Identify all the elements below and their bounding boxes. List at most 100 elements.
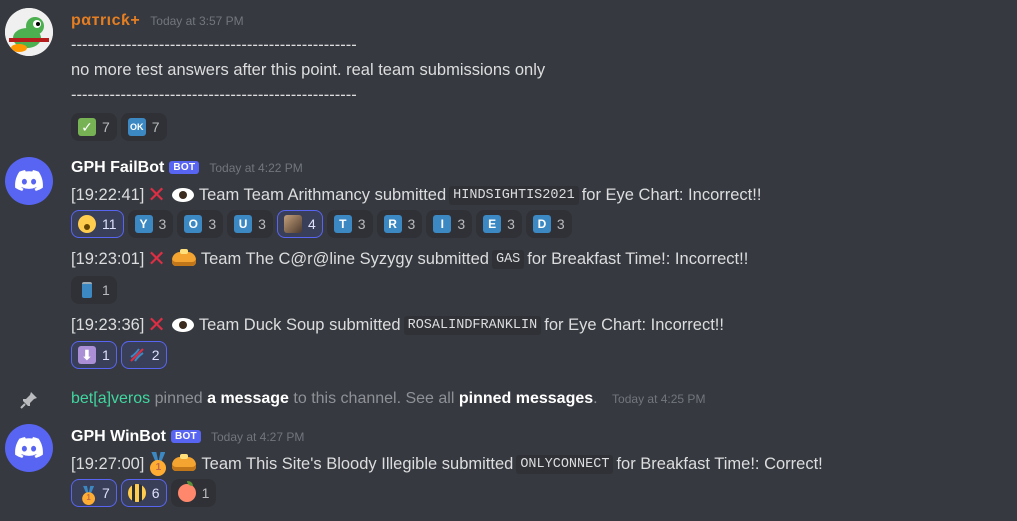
divider-text: ----------------------------------------… (71, 36, 357, 54)
yoshi-avatar-icon (5, 8, 53, 56)
reactions-bar: ⬇ 1 2 (71, 341, 167, 369)
dna-icon (128, 346, 146, 364)
avatar-failbot[interactable] (5, 157, 53, 205)
avatar-winbot[interactable] (5, 424, 53, 472)
reactions-bar: 1 (71, 276, 117, 304)
peach-icon (177, 481, 196, 502)
reaction-peach[interactable]: 1 (170, 479, 217, 507)
submission-answer: ONLYCONNECT (516, 454, 614, 474)
submission-team: Team The C@r@line Syzygy submitted (200, 249, 489, 268)
photo-icon (283, 215, 302, 233)
pancakes-icon (172, 454, 197, 471)
reaction-ok[interactable]: OK 7 (120, 113, 167, 141)
reaction-letter-t[interactable]: T 3 (326, 210, 373, 238)
submission-line: [19:22:41] ✕ Team Team Arithmancy submit… (71, 184, 761, 206)
reaction-count: 7 (151, 119, 160, 135)
letter-d-icon: D (532, 215, 551, 233)
discord-logo-icon (15, 437, 43, 458)
letter-t-icon: T (333, 215, 352, 233)
submission-time: [19:27:00] (71, 454, 145, 473)
system-text: bet[a]veros pinned a message to this cha… (71, 390, 705, 408)
surprised-face-icon (78, 215, 96, 233)
timestamp[interactable]: Today at 3:57 PM (150, 14, 243, 28)
submission-answer: HINDSIGHTIS2021 (449, 185, 579, 205)
timestamp[interactable]: Today at 4:22 PM (209, 161, 302, 175)
submission-time: [19:23:01] (71, 249, 145, 268)
reaction-letter-e[interactable]: E 3 (476, 210, 522, 238)
submission-answer: ROSALINDFRANKLIN (403, 315, 542, 335)
submission-result: for Breakfast Time!: Correct! (616, 454, 823, 473)
reaction-battery[interactable]: 1 (71, 276, 117, 304)
reaction-check[interactable]: ✓ 7 (71, 113, 117, 141)
reaction-count: 7 (102, 119, 110, 135)
author-name[interactable]: GPH FailBot (71, 159, 164, 177)
system-text-period: . (593, 390, 598, 407)
submission-team: Team This Site's Bloody Illegible submit… (201, 454, 514, 473)
cross-mark-icon: ✕ (147, 182, 166, 207)
eye-icon (171, 318, 194, 332)
pinned-messages-link[interactable]: pinned messages (459, 390, 593, 407)
system-username[interactable]: bet[a]veros (71, 390, 150, 407)
battery-icon (78, 281, 96, 299)
author-name[interactable]: GPH WinBot (71, 428, 166, 446)
reaction-count: 2 (151, 347, 160, 363)
reaction-count: 1 (201, 485, 210, 501)
reaction-dna[interactable]: 2 (120, 341, 167, 369)
reaction-down-arrow[interactable]: ⬇ 1 (71, 341, 117, 369)
timestamp[interactable]: Today at 4:27 PM (211, 430, 304, 444)
message-line: no more test answers after this point. r… (71, 61, 545, 80)
letter-y-icon: Y (134, 215, 153, 233)
submission-team: Team Team Arithmancy submitted (198, 185, 447, 204)
reactions-bar: 11 Y 3 O 3 U 3 4 T 3 R 3 I 3 E 3 D 3 (71, 210, 572, 238)
submission-result: for Eye Chart: Incorrect!! (581, 185, 762, 204)
eye-icon (171, 188, 194, 202)
reaction-count: 3 (457, 216, 466, 232)
reaction-letter-y[interactable]: Y 3 (127, 210, 174, 238)
submission-result: for Eye Chart: Incorrect!! (544, 315, 724, 334)
letter-u-icon: U (234, 215, 253, 233)
reaction-letter-i[interactable]: I 3 (426, 210, 473, 238)
first-place-medal-icon: 1 (148, 452, 168, 476)
pancakes-icon (171, 249, 196, 266)
submission-time: [19:22:41] (71, 185, 145, 204)
first-place-medal-icon: 1 (78, 484, 96, 505)
cross-mark-icon: ✕ (147, 246, 166, 271)
avatar-patrick[interactable] (5, 8, 53, 56)
submission-answer: GAS (491, 249, 525, 269)
letter-r-icon: R (383, 215, 402, 233)
reaction-count: 7 (102, 485, 110, 501)
pin-icon (20, 392, 37, 409)
reaction-count: 4 (307, 216, 316, 232)
bee-icon (127, 484, 146, 502)
system-pin-message: bet[a]veros pinned a message to this cha… (0, 387, 1017, 411)
reaction-letter-u[interactable]: U 3 (227, 210, 273, 238)
submission-team: Team Duck Soup submitted (198, 315, 401, 334)
timestamp[interactable]: Today at 4:25 PM (612, 392, 705, 406)
author-name[interactable]: pαтrιcƙ+ (71, 12, 140, 30)
reaction-bee[interactable]: 6 (120, 479, 167, 507)
reaction-photo[interactable]: 4 (276, 210, 323, 238)
bot-tag: BOT (170, 430, 201, 443)
reaction-medal[interactable]: 1 7 (71, 479, 117, 507)
submission-line: [19:23:01] ✕ Team The C@r@line Syzygy su… (71, 248, 748, 270)
letter-o-icon: O (184, 215, 203, 233)
message-line: ----------------------------------------… (71, 36, 357, 55)
reaction-letter-o[interactable]: O 3 (177, 210, 224, 238)
reaction-surprised[interactable]: 11 (71, 210, 124, 238)
reaction-letter-d[interactable]: D 3 (525, 210, 572, 238)
letter-e-icon: E (483, 215, 502, 233)
divider-text: ----------------------------------------… (71, 86, 357, 104)
reaction-count: 6 (151, 485, 160, 501)
reaction-letter-r[interactable]: R 3 (376, 210, 423, 238)
bot-tag: BOT (169, 161, 200, 174)
pinned-message-link[interactable]: a message (207, 390, 289, 407)
submission-line: [19:27:00] 1 Team This Site's Bloody Ill… (71, 452, 823, 476)
message-line: ----------------------------------------… (71, 86, 357, 105)
message-text: no more test answers after this point. r… (71, 61, 546, 79)
check-mark-icon: ✓ (78, 118, 96, 136)
submission-time: [19:23:36] (71, 315, 145, 334)
reaction-count: 3 (507, 216, 515, 232)
system-text-channel: to this channel. See all (293, 390, 455, 407)
reaction-count: 3 (556, 216, 565, 232)
cross-mark-icon: ✕ (147, 312, 166, 337)
